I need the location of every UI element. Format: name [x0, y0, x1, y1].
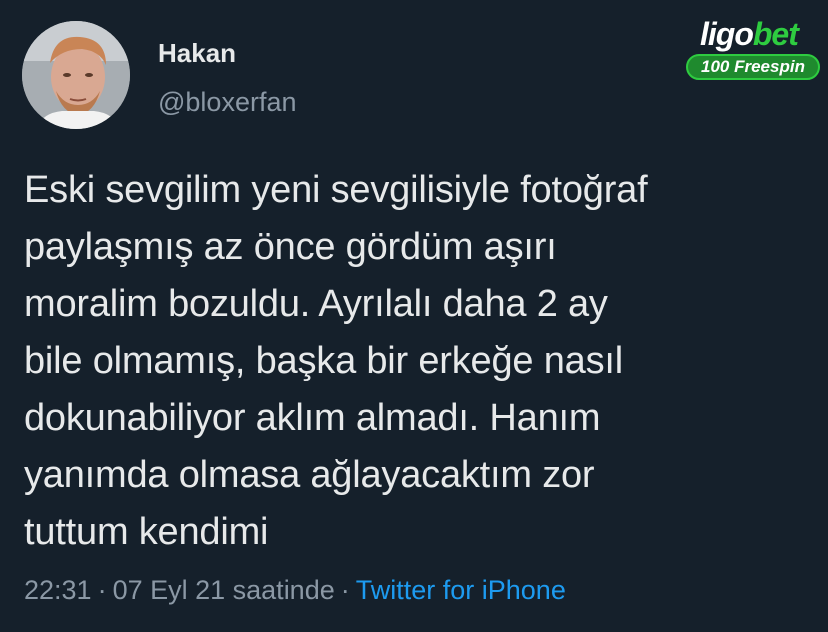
tweet-source-link[interactable]: Twitter for iPhone	[356, 575, 566, 605]
tweet-meta: 22:31 · 07 Eyl 21 saatinde · Twitter for iPh…	[24, 572, 566, 608]
tweet-date[interactable]: 07 Eyl 21 saatinde	[113, 575, 335, 605]
brand-logo: ligobet	[700, 16, 799, 52]
display-name[interactable]: Hakan	[158, 38, 236, 68]
ligobet-watermark: ligobet 100 Freespin	[686, 14, 820, 86]
meta-separator: ·	[97, 575, 107, 605]
brand-logo-part2: bet	[752, 16, 799, 52]
tweet-time[interactable]: 22:31	[24, 575, 92, 605]
user-handle[interactable]: @bloxerfan	[158, 86, 296, 118]
avatar[interactable]	[22, 21, 130, 129]
tweet-text: Eski sevgilim yeni sevgilisiyle fotoğraf…	[24, 169, 648, 553]
brand-logo-part1: ligo	[700, 16, 754, 52]
profile-photo-icon	[22, 21, 130, 129]
tweet-card: Hakan @bloxerfan ligobet 100 Freespin Es…	[0, 0, 828, 632]
meta-separator-2: ·	[340, 575, 350, 605]
freespin-badge: 100 Freespin	[686, 54, 820, 80]
